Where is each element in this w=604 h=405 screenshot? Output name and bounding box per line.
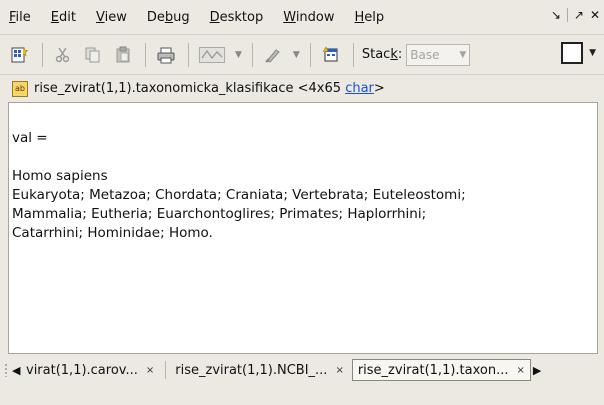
toolbar: ▼ ▼ Stack: Base ▼ ▼ bbox=[0, 34, 604, 74]
separator bbox=[309, 42, 311, 67]
plot-dropdown-icon[interactable]: ▼ bbox=[235, 50, 242, 60]
brush-button[interactable] bbox=[259, 41, 287, 69]
variable-title: rise_zvirat(1,1).taxonomicka_klasifikace… bbox=[34, 81, 385, 96]
type-link[interactable]: char bbox=[345, 81, 374, 96]
menu-edit[interactable]: Edit bbox=[51, 10, 76, 25]
plot-button[interactable] bbox=[195, 41, 229, 69]
variable-display[interactable]: val = Homo sapiens Eukaryota; Metazoa; C… bbox=[8, 102, 598, 354]
new-variable-button[interactable] bbox=[6, 41, 34, 69]
paste-button[interactable] bbox=[109, 41, 137, 69]
cut-button[interactable] bbox=[49, 41, 77, 69]
stack-select[interactable]: Base ▼ bbox=[406, 43, 471, 66]
menu-help[interactable]: Help bbox=[355, 10, 385, 25]
status-bar bbox=[0, 386, 604, 405]
chevron-down-icon: ▼ bbox=[459, 49, 467, 60]
separator bbox=[352, 42, 354, 67]
menu-debug[interactable]: Debug bbox=[147, 10, 190, 25]
undock-icon[interactable]: ↘ bbox=[551, 8, 561, 22]
separator bbox=[145, 42, 146, 67]
drag-grip-icon[interactable] bbox=[4, 363, 8, 377]
output-line: Mammalia; Eutheria; Euarchontoglires; Pr… bbox=[12, 206, 427, 222]
tab-label: virat(1,1).carov... bbox=[26, 362, 138, 378]
menu-file[interactable]: File bbox=[9, 10, 31, 25]
menu-bar: File Edit View Debug Desktop Window Help… bbox=[0, 0, 604, 34]
document-tabs: ◀ virat(1,1).carov... × rise_zvirat(1,1)… bbox=[0, 356, 604, 384]
copy-icon bbox=[85, 47, 100, 62]
close-tab-icon[interactable]: × bbox=[335, 365, 343, 376]
new-variable-icon bbox=[11, 46, 29, 62]
layout-dropdown-icon[interactable]: ▼ bbox=[589, 48, 596, 58]
brush-icon bbox=[265, 48, 280, 63]
tab-ncbi[interactable]: rise_zvirat(1,1).NCBI_... × bbox=[169, 359, 350, 381]
variable-header: ab rise_zvirat(1,1).taxonomicka_klasifik… bbox=[0, 74, 604, 102]
tab-taxon[interactable]: rise_zvirat(1,1).taxon... × bbox=[351, 359, 531, 381]
menu-view[interactable]: View bbox=[96, 10, 127, 25]
scissors-icon bbox=[55, 47, 70, 62]
tab-scroll-left-icon[interactable]: ◀ bbox=[12, 364, 20, 377]
maximize-icon[interactable]: ↗ bbox=[574, 8, 584, 22]
plot-icon bbox=[199, 46, 225, 63]
tab-carov[interactable]: virat(1,1).carov... × bbox=[20, 359, 160, 381]
close-tab-icon[interactable]: × bbox=[146, 365, 154, 376]
copy-button[interactable] bbox=[79, 41, 107, 69]
close-tab-icon[interactable]: × bbox=[517, 365, 525, 376]
char-variable-icon: ab bbox=[12, 80, 28, 97]
separator bbox=[42, 42, 43, 67]
output-line: Catarrhini; Hominidae; Homo. bbox=[12, 225, 213, 241]
stack-value: Base bbox=[410, 47, 440, 62]
tab-label: rise_zvirat(1,1).taxon... bbox=[357, 362, 509, 378]
separator bbox=[251, 42, 253, 67]
output-line: Eukaryota; Metazoa; Chordata; Craniata; … bbox=[12, 187, 466, 203]
output-line: Homo sapiens bbox=[12, 168, 108, 184]
close-icon[interactable]: ✕ bbox=[590, 8, 600, 22]
brush-dropdown-icon[interactable]: ▼ bbox=[293, 50, 300, 60]
separator bbox=[188, 42, 189, 67]
separator bbox=[165, 361, 167, 379]
output-line: val = bbox=[12, 130, 48, 146]
stack-label: Stack: bbox=[361, 47, 403, 62]
menu-window[interactable]: Window bbox=[283, 10, 334, 25]
workspace-icon bbox=[322, 45, 338, 61]
printer-icon bbox=[157, 47, 175, 63]
tab-scroll-right-icon[interactable]: ▶ bbox=[533, 364, 541, 377]
dock-layout-button[interactable] bbox=[561, 42, 584, 64]
paste-icon bbox=[116, 46, 130, 62]
toolbar-right: ▼ bbox=[561, 42, 600, 64]
print-button[interactable] bbox=[152, 41, 180, 69]
menu-desktop[interactable]: Desktop bbox=[210, 10, 264, 25]
window-controls: ↘ ↗ ✕ bbox=[551, 8, 600, 22]
workspace-button[interactable] bbox=[317, 41, 345, 69]
tab-label: rise_zvirat(1,1).NCBI_... bbox=[175, 362, 328, 378]
separator bbox=[566, 8, 568, 22]
